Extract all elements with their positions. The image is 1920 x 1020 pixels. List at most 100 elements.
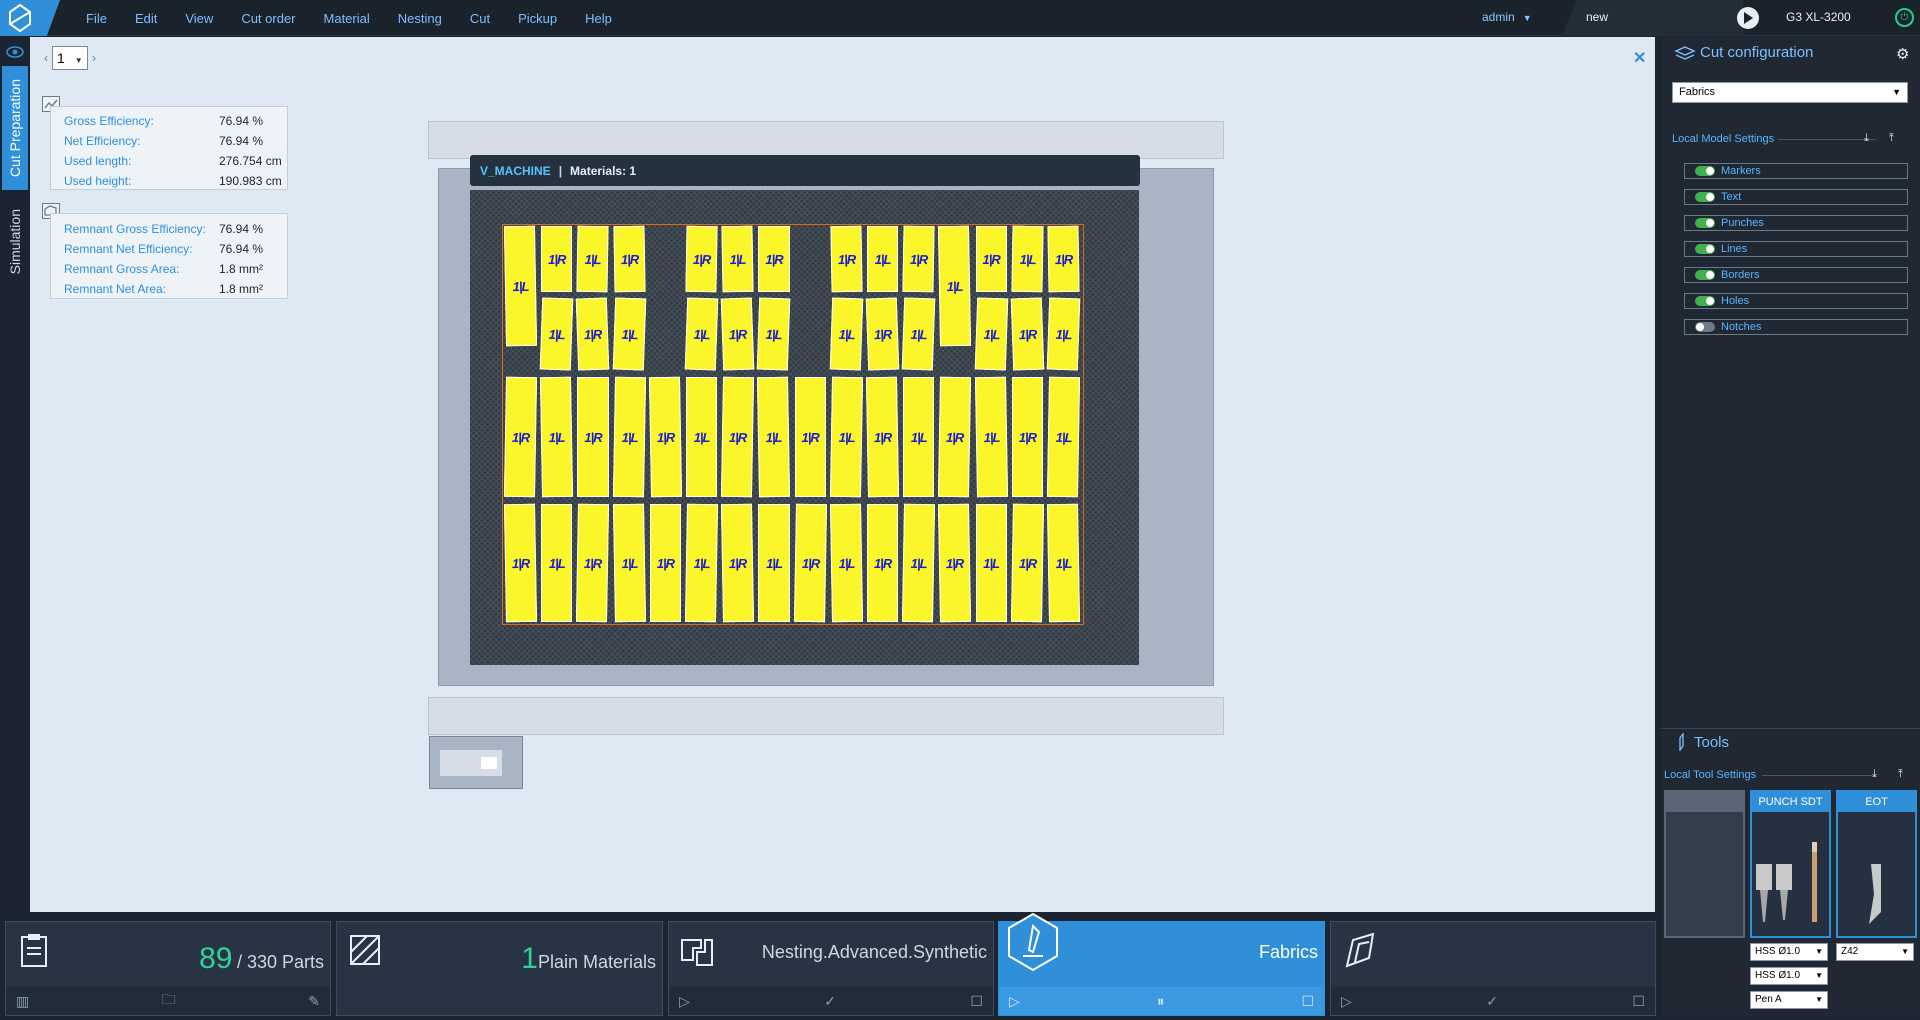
toggle-switch[interactable] — [1695, 322, 1715, 332]
toggle-switch[interactable] — [1695, 296, 1715, 306]
menu-view[interactable]: View — [171, 11, 227, 26]
pattern-piece[interactable]: 1|R — [648, 376, 683, 498]
menu-nesting[interactable]: Nesting — [384, 11, 456, 26]
tool-slot-punch-sdt[interactable]: PUNCH SDT — [1750, 790, 1831, 938]
tool-slot-eot[interactable]: EOT — [1836, 790, 1917, 938]
pattern-piece[interactable]: 1|L — [684, 297, 719, 371]
toggle-switch[interactable] — [1695, 270, 1715, 280]
toggle-punches[interactable]: Punches — [1684, 215, 1908, 231]
cut-config-select[interactable]: Fabrics ▼ — [1672, 82, 1908, 103]
pause-icon[interactable]: ⏸ — [1157, 993, 1164, 1010]
workflow-cut-order[interactable]: 89 / 330 Parts ▥ 🗀 ✎ — [5, 921, 331, 1016]
user-menu[interactable]: admin ▼ — [1482, 10, 1532, 24]
pattern-piece[interactable]: 1|L — [975, 504, 1007, 622]
pattern-piece[interactable]: 1|R — [938, 376, 972, 498]
workflow-cut[interactable]: Fabrics ▷ ⏸ ☐ — [998, 912, 1325, 1016]
gear-icon[interactable]: ⚙ — [1896, 45, 1909, 63]
upload-icon[interactable]: ⤒ — [1889, 132, 1894, 145]
toggle-switch[interactable] — [1695, 218, 1715, 228]
pattern-piece[interactable]: 1|R — [938, 503, 972, 623]
job-name[interactable]: new — [1586, 10, 1608, 24]
pattern-piece[interactable]: 1|L — [612, 376, 646, 498]
pattern-piece[interactable]: 1|R — [1010, 503, 1045, 623]
material-bar[interactable]: V_MACHINE | Materials: 1 — [470, 155, 1140, 186]
pattern-piece[interactable]: 1|R — [613, 225, 646, 293]
pattern-piece[interactable]: 1|R — [576, 297, 610, 371]
toggle-lines[interactable]: Lines — [1684, 241, 1908, 257]
pattern-piece[interactable]: 1|L — [829, 503, 864, 623]
pattern-piece[interactable]: 1|R — [721, 503, 755, 623]
play-icon[interactable]: ▷ — [679, 993, 690, 1010]
barcode-icon[interactable]: ▥ — [16, 993, 29, 1010]
check-icon[interactable]: ✓ — [1486, 993, 1498, 1010]
pattern-piece[interactable]: 1|R — [830, 225, 863, 293]
edit-icon[interactable]: ✎ — [308, 993, 320, 1010]
menu-cut[interactable]: Cut — [456, 11, 504, 26]
tool-slot-empty[interactable] — [1664, 790, 1745, 938]
pattern-piece[interactable]: 1|L — [829, 297, 864, 371]
pattern-piece[interactable]: 1|R — [577, 377, 609, 497]
pattern-piece[interactable]: 1|R — [794, 377, 826, 497]
pattern-piece[interactable]: 1|L — [1046, 297, 1081, 371]
pattern-piece[interactable]: 1|L — [612, 297, 647, 371]
tool-select-1[interactable]: HSS Ø1.0 ▼ — [1750, 943, 1828, 961]
pattern-piece[interactable]: 1|L — [974, 297, 1009, 371]
pattern-piece[interactable]: 1|L — [903, 377, 935, 497]
pattern-piece[interactable]: 1|L — [686, 377, 718, 497]
pattern-piece[interactable]: 1|L — [758, 504, 790, 622]
tab-simulation[interactable]: Simulation — [2, 196, 28, 288]
download-icon[interactable]: ⤓ — [1864, 132, 1869, 145]
pattern-piece[interactable]: 1|L — [1046, 376, 1081, 498]
pattern-piece[interactable]: 1|L — [721, 225, 754, 293]
workflow-pickup[interactable]: ▷ ✓ ☐ — [1330, 921, 1656, 1016]
pattern-piece[interactable]: 1|R — [503, 503, 538, 623]
pattern-piece[interactable]: 1|L — [540, 376, 574, 498]
pattern-piece[interactable]: 1|R — [865, 297, 900, 371]
toggle-switch[interactable] — [1695, 166, 1715, 176]
menu-cut-order[interactable]: Cut order — [227, 11, 309, 26]
pattern-piece[interactable]: 1|R — [541, 226, 573, 292]
tool-select-3[interactable]: Pen A ▼ — [1750, 991, 1828, 1009]
eye-icon[interactable] — [6, 44, 24, 60]
menu-edit[interactable]: Edit — [121, 11, 171, 26]
toggle-notches[interactable]: Notches — [1684, 319, 1908, 335]
tool-select-4[interactable]: Z42 ▼ — [1836, 943, 1914, 961]
pattern-piece[interactable]: 1|L — [757, 376, 791, 498]
pattern-piece[interactable]: 1|R — [865, 376, 900, 498]
pattern-piece[interactable]: 1|L — [902, 503, 936, 623]
chevron-right-icon[interactable]: › — [92, 51, 96, 65]
folder-open-icon[interactable]: 🗀 — [162, 989, 176, 1013]
menu-help[interactable]: Help — [571, 11, 626, 26]
toggle-holes[interactable]: Holes — [1684, 293, 1908, 309]
pattern-piece[interactable]: 1|R — [576, 503, 610, 623]
check-icon[interactable]: ✓ — [824, 993, 836, 1010]
upload-icon[interactable]: ⤒ — [1898, 768, 1903, 781]
pattern-piece[interactable]: 1|R — [1047, 225, 1080, 293]
pattern-piece[interactable]: 1|L — [684, 503, 719, 623]
pattern-piece[interactable]: 1|L — [938, 225, 972, 347]
toggle-markers[interactable]: Markers — [1684, 163, 1908, 179]
pattern-piece[interactable]: 1|R — [758, 226, 790, 292]
pattern-piece[interactable]: 1|R — [975, 226, 1007, 292]
stop-icon[interactable]: ☐ — [1301, 993, 1314, 1010]
page-number-select[interactable]: 1 ▼ — [52, 46, 88, 70]
menu-pickup[interactable]: Pickup — [504, 11, 571, 26]
pattern-piece[interactable]: 1|R — [793, 503, 827, 623]
workflow-materials[interactable]: 1Plain Materials — [336, 921, 663, 1016]
pattern-piece[interactable]: 1|L — [503, 225, 538, 347]
play-button[interactable] — [1737, 7, 1759, 29]
download-icon[interactable]: ⤓ — [1872, 768, 1877, 781]
machine-name[interactable]: G3 XL-3200 — [1786, 10, 1851, 24]
menu-file[interactable]: File — [72, 11, 121, 26]
pattern-piece[interactable]: 1|R — [721, 376, 755, 498]
pattern-piece[interactable]: 1|L — [757, 297, 791, 371]
chevron-left-icon[interactable]: ‹ — [44, 51, 48, 65]
minimap[interactable] — [429, 736, 523, 789]
stop-icon[interactable]: ☐ — [970, 993, 983, 1010]
minimap-viewport[interactable] — [481, 757, 497, 769]
pattern-piece[interactable]: 1|R — [867, 504, 899, 622]
pattern-piece[interactable]: 1|L — [901, 297, 936, 371]
toggle-borders[interactable]: Borders — [1684, 267, 1908, 283]
pattern-piece[interactable]: 1|L — [1011, 225, 1044, 293]
menu-material[interactable]: Material — [310, 11, 384, 26]
